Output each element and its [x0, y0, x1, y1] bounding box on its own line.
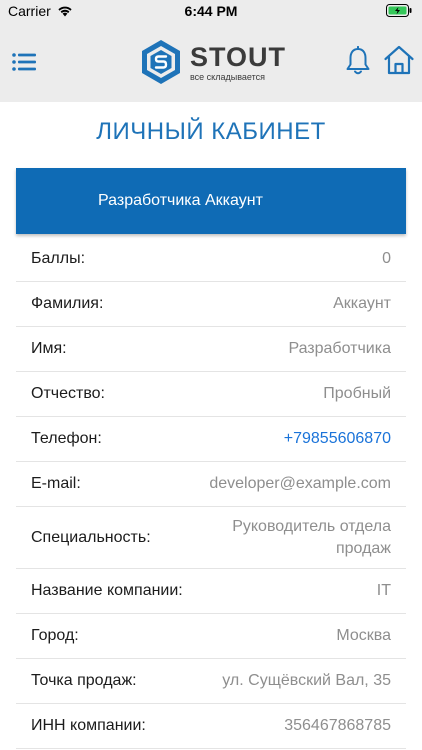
stout-logo: STOUT все складывается: [140, 39, 286, 85]
field-value-email: developer@example.com: [209, 475, 391, 492]
profile-row-specialty: Специальность: Руководитель отдела прода…: [16, 507, 406, 569]
banner-user-name: Разработчика Аккаунт: [98, 192, 263, 209]
logo-title: STOUT: [190, 41, 287, 72]
field-label: Отчество:: [31, 385, 105, 402]
phone-link[interactable]: +79855606870: [284, 428, 391, 450]
field-label: ИНН компании:: [31, 717, 146, 734]
field-value-first-name: Разработчика: [288, 340, 391, 357]
logo-subtitle: все складывается: [190, 71, 265, 82]
profile-row-first-name: Имя: Разработчика: [16, 327, 406, 372]
profile-row-patronymic: Отчество: Пробный: [16, 372, 406, 417]
field-value-sales-point: ул. Сущёвский Вал, 35: [222, 672, 391, 689]
field-label: Точка продаж:: [31, 672, 137, 689]
status-bar: Carrier 6:44 PM: [0, 0, 422, 22]
home-button[interactable]: [383, 44, 415, 76]
home-icon: [384, 45, 414, 75]
field-value-specialty: Руководитель отдела продаж: [232, 517, 391, 557]
profile-row-points: Баллы: 0: [16, 237, 406, 282]
field-label: Специальность:: [31, 528, 151, 546]
profile-name-banner: Разработчика Аккаунт: [16, 168, 406, 234]
profile-row-company-name: Название компании: IT: [16, 569, 406, 614]
field-value-patronymic: Пробный: [323, 385, 391, 402]
app-header: STOUT все складывается: [0, 22, 422, 102]
stout-logo-mark-icon: [142, 40, 180, 84]
field-label: Телефон:: [31, 430, 102, 447]
profile-row-sales-point: Точка продаж: ул. Сущёвский Вал, 35: [16, 659, 406, 704]
profile-row-city: Город: Москва: [16, 614, 406, 659]
field-value-last-name: Аккаунт: [333, 295, 391, 312]
profile-row-company-inn: ИНН компании: 356467868785: [16, 704, 406, 749]
field-label: Баллы:: [31, 250, 86, 267]
hamburger-menu-icon: [12, 53, 36, 71]
battery-icon: [386, 4, 412, 22]
profile-row-phone: Телефон: +79855606870: [16, 417, 406, 462]
field-label: Имя:: [31, 340, 67, 357]
notifications-button[interactable]: [344, 45, 372, 76]
profile-row-email: E-mail: developer@example.com: [16, 462, 406, 507]
field-value-company-inn: 356467868785: [284, 717, 391, 734]
field-value-points: 0: [382, 250, 391, 267]
menu-button[interactable]: [12, 52, 36, 72]
profile-row-last-name: Фамилия: Аккаунт: [16, 282, 406, 327]
field-label: Фамилия:: [31, 295, 104, 312]
status-time: 6:44 PM: [184, 3, 238, 19]
field-label: Название компании:: [31, 582, 183, 599]
field-label: E-mail:: [31, 475, 81, 492]
bell-icon: [346, 45, 370, 75]
field-label: Город:: [31, 627, 79, 644]
profile-fields-list: Баллы: 0 Фамилия: Аккаунт Имя: Разработч…: [16, 237, 406, 749]
field-value-company-name: IT: [376, 582, 391, 599]
field-value-city: Москва: [336, 627, 391, 644]
page-title: ЛИЧНЫЙ КАБИНЕТ: [96, 118, 326, 145]
